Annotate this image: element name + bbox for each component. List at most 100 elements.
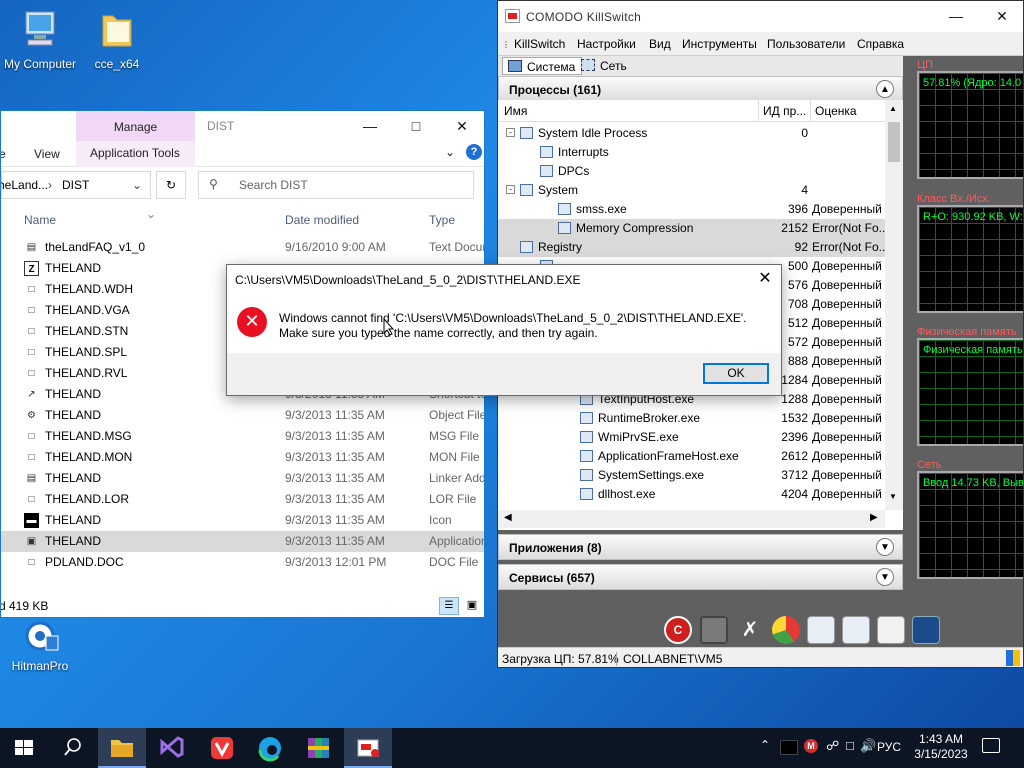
close-button[interactable]: ✕	[439, 111, 484, 141]
tree-collapse-icon[interactable]: -	[506, 128, 515, 137]
processes-section-header[interactable]: Процессы (161) ▲	[498, 76, 903, 102]
file-row[interactable]: □ PDLAND.DOC 9/3/2013 12:01 PM DOC File	[1, 552, 484, 573]
desktop-icon-hitmanpro[interactable]: HitmanPro	[0, 618, 80, 673]
process-row[interactable]: dllhost.exe 4204 Доверенный	[498, 485, 885, 504]
file-row[interactable]: □ THELAND.MSG 9/3/2013 11:35 AM MSG File	[1, 426, 484, 447]
process-row[interactable]: WmiPrvSE.exe 2396 Доверенный	[498, 428, 885, 447]
menu-help[interactable]: Справка	[857, 37, 904, 51]
file-row[interactable]: ▤ theLandFAQ_v1_0 9/16/2010 9:00 AM Text Do…	[1, 237, 484, 258]
magnifier-icon[interactable]	[807, 616, 835, 644]
close-button[interactable]: ✕	[979, 1, 1023, 31]
tab-system[interactable]: Система	[502, 57, 583, 75]
vertical-scrollbar[interactable]: ▲ ▼	[885, 100, 903, 510]
column-rating[interactable]: Оценка	[810, 100, 857, 122]
comodo-logo-icon[interactable]: C	[664, 616, 692, 644]
column-name[interactable]: Имя	[504, 104, 527, 118]
services-section-header[interactable]: Сервисы (657) ▼	[498, 564, 903, 590]
chevron-down-icon[interactable]: ⌄	[132, 178, 142, 192]
refresh-button[interactable]: ↻	[156, 171, 186, 199]
scroll-up-icon[interactable]: ▲	[889, 104, 897, 113]
language-indicator[interactable]: РУС	[877, 740, 901, 754]
process-row[interactable]: Registry 92 Error(Not Fo...	[498, 238, 885, 257]
scroll-left-icon[interactable]: ◀	[504, 512, 512, 523]
process-row[interactable]: smss.exe 396 Доверенный	[498, 200, 885, 219]
file-row[interactable]: ▬ THELAND 9/3/2013 11:35 AM Icon	[1, 510, 484, 531]
ribbon-tab-application-tools[interactable]: Application Tools	[76, 141, 195, 167]
file-row[interactable]: □ THELAND.LOR 9/3/2013 11:35 AM LOR File	[1, 489, 484, 510]
menu-killswitch[interactable]: KillSwitch	[514, 37, 565, 51]
kill-tools-icon[interactable]: ✗	[736, 616, 764, 644]
chevron-down-icon[interactable]: ⌄	[445, 145, 455, 159]
help-icon[interactable]: ?	[466, 144, 482, 160]
file-date: 9/16/2010 9:00 AM	[285, 240, 386, 254]
close-button[interactable]: ✕	[753, 268, 777, 292]
column-type[interactable]: Type	[429, 213, 455, 227]
tree-collapse-icon[interactable]: -	[506, 185, 515, 194]
horizontal-scrollbar[interactable]: ◀ ▶	[498, 510, 885, 528]
process-row[interactable]: - System 4	[498, 181, 885, 200]
tray-activity-icon[interactable]	[780, 740, 798, 755]
ok-button[interactable]: OK	[703, 363, 769, 384]
notifications-icon[interactable]	[982, 738, 1000, 753]
cleanup-icon[interactable]	[700, 616, 728, 644]
tab-network[interactable]: Сеть	[576, 57, 633, 75]
process-row[interactable]: Interrupts	[498, 143, 885, 162]
file-row[interactable]: ▤ THELAND 9/3/2013 11:35 AM Linker Addr	[1, 468, 484, 489]
process-row[interactable]: - System Idle Process 0	[498, 124, 885, 143]
column-name[interactable]: Name	[24, 213, 56, 227]
process-row[interactable]: ApplicationFrameHost.exe 2612 Доверенный	[498, 447, 885, 466]
taskbar-visual-studio[interactable]	[148, 728, 196, 768]
minimize-button[interactable]: —	[347, 111, 393, 141]
start-button[interactable]	[0, 728, 48, 768]
taskbar-vivaldi[interactable]	[198, 728, 246, 768]
column-date[interactable]: Date modified	[285, 213, 359, 227]
details-view-icon[interactable]: ☰	[439, 597, 459, 615]
tray-chevron-up-icon[interactable]: ⌃	[760, 738, 770, 752]
breadcrumb-current[interactable]: DIST	[62, 178, 89, 192]
tray-shield-icon[interactable]: ☍	[826, 738, 839, 754]
process-row[interactable]: SystemSettings.exe 3712 Доверенный	[498, 466, 885, 485]
tray-m-icon[interactable]: M	[804, 739, 818, 753]
breadcrumb-parent[interactable]: heLand...	[1, 178, 48, 192]
taskbar-file-explorer[interactable]	[98, 728, 146, 768]
volume-icon[interactable]: 🔊	[860, 738, 876, 754]
network-icon[interactable]: □	[846, 738, 854, 753]
large-icons-view-icon[interactable]: ▣	[463, 597, 481, 615]
clock[interactable]: 1:43 AM 3/15/2023	[912, 732, 970, 762]
pie-chart-icon[interactable]	[772, 616, 800, 644]
applications-section-header[interactable]: Приложения (8) ▼	[498, 534, 903, 560]
ribbon-tab-partial[interactable]: e	[1, 147, 6, 161]
address-bar[interactable]: heLand... › DIST ⌄	[1, 171, 151, 199]
taskbar-winrar[interactable]	[294, 728, 342, 768]
minimize-button[interactable]: —	[933, 1, 979, 31]
chevron-down-icon[interactable]: ▼	[876, 568, 894, 586]
taskbar-killswitch[interactable]	[344, 728, 392, 768]
search-button[interactable]	[48, 728, 96, 768]
menu-view[interactable]: Вид	[649, 37, 671, 51]
file-row[interactable]: □ THELAND.MON 9/3/2013 11:35 AM MON File	[1, 447, 484, 468]
search-input[interactable]: ⚲ Search DIST	[198, 171, 474, 199]
scroll-right-icon[interactable]: ▶	[870, 512, 878, 523]
file-row[interactable]: ▣ THELAND 9/3/2013 11:35 AM Application	[1, 531, 484, 552]
desktop-icon-my-computer[interactable]: My Computer	[0, 8, 80, 71]
process-row[interactable]: DPCs	[498, 162, 885, 181]
desktop-icon-cce-x64[interactable]: cce_x64	[77, 8, 157, 71]
window-list-icon[interactable]	[877, 616, 905, 644]
manage-tab[interactable]: Manage	[76, 111, 195, 141]
menu-settings[interactable]: Настройки	[577, 37, 636, 51]
monitor-graph-icon[interactable]	[912, 616, 940, 644]
inspect-icon[interactable]	[842, 616, 870, 644]
chevron-down-icon[interactable]: ▼	[876, 538, 894, 556]
menu-users[interactable]: Пользователи	[767, 37, 845, 51]
ribbon-tab-view[interactable]: View	[34, 147, 60, 161]
process-row[interactable]: RuntimeBroker.exe 1532 Доверенный	[498, 409, 885, 428]
file-row[interactable]: ⚙ THELAND 9/3/2013 11:35 AM Object File	[1, 405, 484, 426]
process-row[interactable]: Memory Compression 2152 Error(Not Fo...	[498, 219, 885, 238]
chevron-up-icon[interactable]: ▲	[876, 80, 894, 98]
taskbar-edge[interactable]	[246, 728, 294, 768]
menu-tools[interactable]: Инструменты	[682, 37, 757, 51]
maximize-button[interactable]: □	[393, 111, 439, 141]
scrollbar-thumb[interactable]	[888, 122, 900, 162]
scroll-down-icon[interactable]: ▼	[889, 492, 897, 501]
column-pid[interactable]: ИД пр...	[758, 100, 806, 122]
